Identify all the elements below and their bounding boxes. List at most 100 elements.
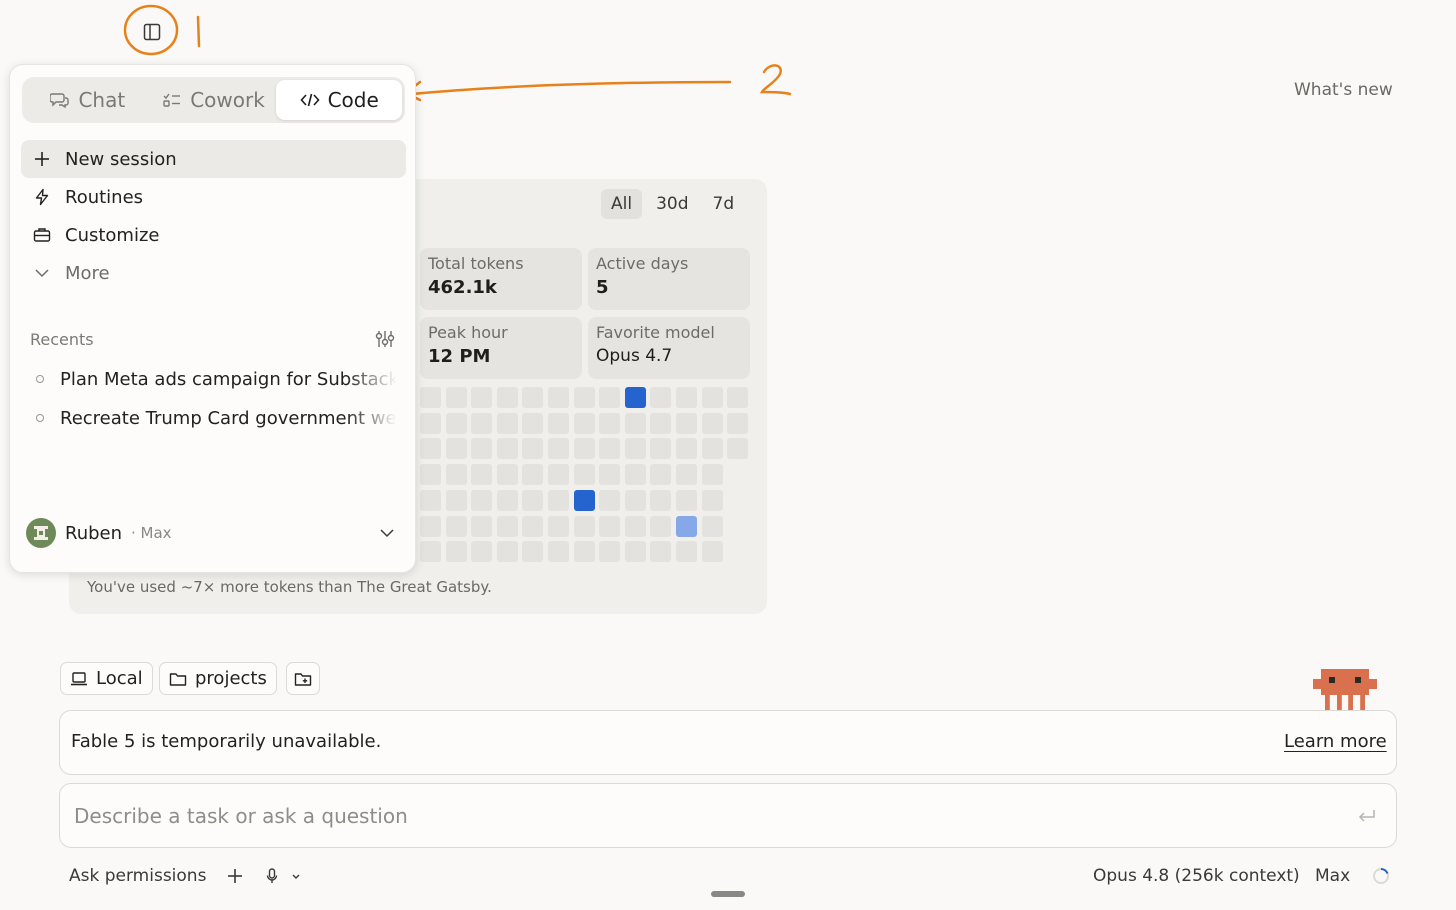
heatmap-cell	[624, 515, 646, 537]
heatmap-cell	[650, 464, 672, 486]
add-attachment-icon[interactable]	[226, 867, 244, 885]
heatmap-cell	[650, 489, 672, 511]
heatmap-cell	[471, 387, 493, 408]
heatmap-cell	[471, 464, 493, 486]
heatmap-cell	[573, 489, 595, 511]
tab-cowork-label: Cowork	[190, 88, 265, 112]
sidebar-toggle-button[interactable]	[138, 18, 166, 46]
annotation-number-1	[196, 15, 201, 48]
learn-more-link[interactable]: Learn more	[1284, 731, 1387, 752]
menu-more[interactable]: More	[21, 254, 406, 292]
stat-label: Peak hour	[428, 323, 508, 342]
avatar	[26, 518, 56, 548]
mode-tabs: Chat Cowork Code	[22, 77, 405, 123]
chevron-down-icon	[35, 269, 49, 278]
heatmap-cell	[573, 515, 595, 537]
context-usage-icon[interactable]	[1372, 867, 1390, 885]
heatmap-cell	[548, 515, 569, 537]
status-dot-icon	[36, 414, 44, 422]
model-selector[interactable]: Opus 4.8 (256k context)	[1093, 866, 1300, 886]
heatmap-cell	[676, 541, 697, 563]
filter-icon	[375, 331, 395, 347]
tab-cowork[interactable]: Cowork	[151, 80, 277, 120]
heatmap-cell	[599, 464, 621, 486]
usage-footnote: You've used ~7× more tokens than The Gre…	[87, 578, 492, 596]
recent-title: Plan Meta ads campaign for Substack	[60, 368, 397, 390]
heatmap-cell	[650, 387, 672, 408]
heatmap-cell	[445, 412, 467, 434]
range-tab-all[interactable]: All	[601, 189, 643, 219]
stat-label: Total tokens	[428, 254, 524, 273]
heatmap-cell	[573, 387, 595, 408]
recent-item[interactable]: Recreate Trump Card government website	[32, 402, 397, 434]
heatmap-cell	[573, 464, 595, 486]
prompt-input[interactable]	[74, 800, 1334, 832]
menu-new-session[interactable]: New session	[21, 140, 406, 178]
heatmap-cell	[727, 387, 749, 408]
status-dot-icon	[36, 375, 44, 383]
menu-customize[interactable]: Customize	[21, 216, 406, 254]
heatmap-cell	[624, 387, 646, 408]
heatmap-cell	[522, 541, 544, 563]
heatmap-cell	[599, 438, 621, 460]
heatmap-cell	[496, 541, 518, 563]
heatmap-cell	[496, 387, 518, 408]
heatmap-cell	[522, 464, 544, 486]
folder-button[interactable]: projects	[159, 662, 277, 695]
recent-item[interactable]: Plan Meta ads campaign for Substack	[32, 363, 397, 395]
menu-label: New session	[65, 148, 177, 170]
mascot-icon	[1313, 669, 1377, 711]
annotation-arrow-shaft	[410, 80, 732, 96]
enter-icon[interactable]	[1356, 806, 1378, 826]
resize-handle[interactable]	[711, 891, 745, 897]
heatmap-cell	[420, 541, 441, 563]
heatmap-cell	[471, 515, 493, 537]
heatmap-cell	[676, 412, 697, 434]
heatmap-cell	[727, 412, 749, 434]
heatmap-cell	[420, 489, 441, 511]
effort-selector[interactable]: Max	[1315, 866, 1350, 886]
heatmap-cell	[420, 412, 441, 434]
microphone-icon[interactable]	[264, 867, 304, 885]
heatmap-cell	[420, 438, 441, 460]
user-name: Ruben	[65, 522, 123, 544]
menu-label: Routines	[65, 186, 144, 208]
heatmap-cell	[650, 438, 672, 460]
heatmap-cell	[445, 438, 467, 460]
heatmap-cell	[599, 489, 621, 511]
ask-permissions-button[interactable]: Ask permissions	[69, 866, 206, 886]
heatmap-cell	[624, 438, 646, 460]
tab-code[interactable]: Code	[276, 80, 403, 120]
heatmap-cell	[496, 412, 518, 434]
stat-peak-hour: Peak hour 12 PM	[420, 317, 582, 379]
heatmap-cell	[650, 541, 672, 563]
user-menu[interactable]: Ruben · Max	[26, 516, 396, 550]
heatmap-cell	[471, 412, 493, 434]
heatmap-cell	[650, 412, 672, 434]
tab-chat[interactable]: Chat	[25, 80, 151, 120]
heatmap-cell	[701, 412, 723, 434]
chevron-down-icon	[380, 529, 394, 538]
range-tab-30d[interactable]: 30d	[646, 189, 698, 219]
add-folder-button[interactable]	[286, 662, 320, 695]
filter-button[interactable]	[374, 329, 396, 353]
annotation-number-2	[759, 64, 792, 96]
heatmap-cell	[599, 515, 621, 537]
heatmap-cell	[624, 412, 646, 434]
whats-new-link[interactable]: What's new	[1294, 80, 1393, 100]
prompt-box	[59, 783, 1397, 848]
local-env-label: Local	[96, 668, 143, 689]
checklist-icon	[163, 93, 181, 107]
local-env-button[interactable]: Local	[60, 662, 153, 695]
range-tab-7d[interactable]: 7d	[703, 189, 745, 219]
menu-routines[interactable]: Routines	[21, 178, 406, 216]
folder-plus-icon	[294, 672, 312, 686]
heatmap-cell	[522, 489, 544, 511]
heatmap-cell	[650, 515, 672, 537]
folder-label: projects	[195, 668, 267, 689]
heatmap-cell	[471, 438, 493, 460]
stat-active-days: Active days 5	[588, 248, 750, 310]
plus-icon	[35, 152, 49, 166]
heatmap-cell	[445, 464, 467, 486]
tab-code-label: Code	[327, 88, 379, 112]
